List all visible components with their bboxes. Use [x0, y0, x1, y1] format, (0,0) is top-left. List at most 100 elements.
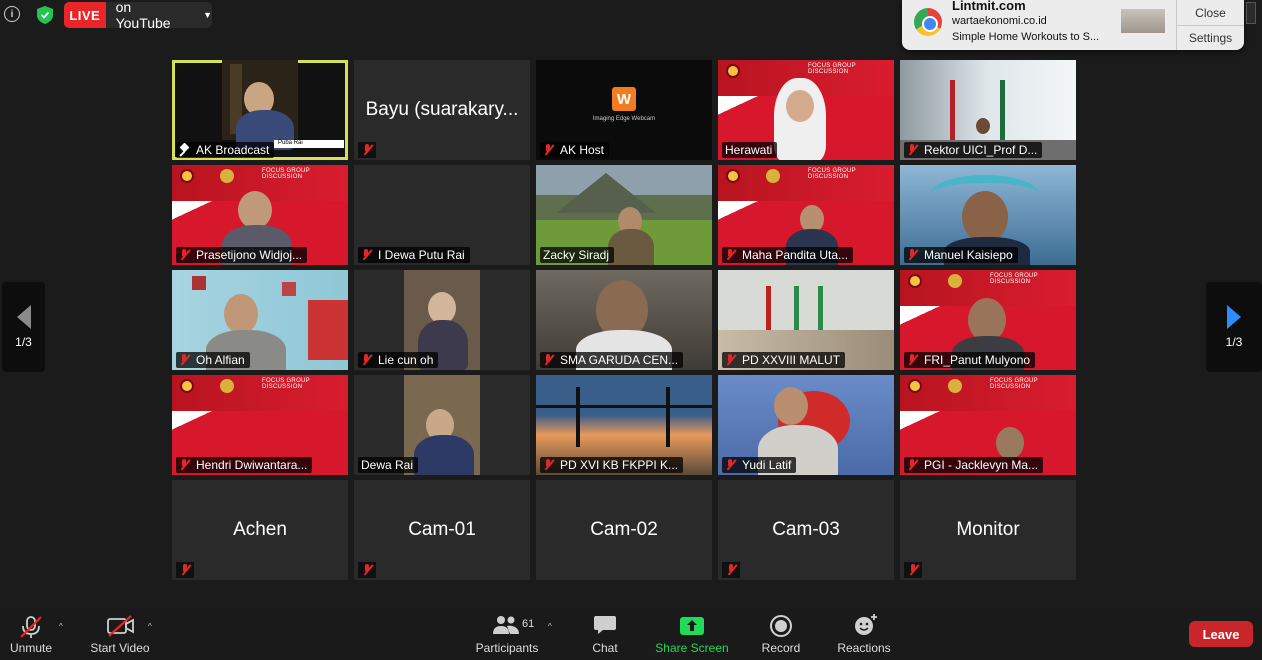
pin-icon [179, 144, 189, 156]
mic-off-icon [543, 354, 553, 366]
participant-name: PGI - Jacklevyn Ma... [904, 457, 1044, 473]
chat-button[interactable]: Chat [585, 608, 625, 660]
notification-close-button[interactable]: Close [1177, 0, 1244, 25]
video-off-icon [107, 615, 134, 637]
live-stream-dropdown[interactable]: LIVE on YouTube ▼ [64, 0, 212, 31]
participant-name: Rektor UICI_Prof D... [904, 142, 1043, 158]
mic-off-icon [179, 459, 189, 471]
participant-tile[interactable]: FOCUS GROUP DISCUSSION Hendri Dwiwantara… [172, 375, 348, 475]
participant-name: Lie cun oh [358, 352, 439, 368]
participant-tile[interactable]: Zacky Siradj [536, 165, 712, 265]
page-indicator-left: 1/3 [15, 335, 32, 349]
participant-tile[interactable]: Puba Rai AK Broadcast [172, 60, 348, 160]
participant-tile[interactable]: Manuel Kaisiepo [900, 165, 1076, 265]
mic-off-icon [180, 564, 190, 576]
mic-off-icon [179, 249, 189, 261]
view-toggle[interactable] [1246, 2, 1256, 24]
webcam-label: Imaging Edge Webcam [592, 116, 656, 122]
chevron-down-icon: ▼ [203, 10, 212, 20]
participant-tile[interactable]: Monitor [900, 480, 1076, 580]
participant-tile[interactable]: Dewa Rai [354, 375, 530, 475]
participants-options-chevron-icon[interactable]: ^ [548, 622, 552, 631]
participant-name: Cam-03 [772, 519, 840, 540]
mic-off-icon [907, 459, 917, 471]
page-indicator-right: 1/3 [1225, 335, 1243, 349]
participant-name: Zacky Siradj [540, 247, 615, 263]
participant-name: Monitor [956, 519, 1020, 540]
notification-title: Lintmit.com [952, 0, 1026, 13]
participant-tile[interactable]: W Imaging Edge Webcam AK Host [536, 60, 712, 160]
webcam-logo: W [612, 87, 636, 111]
participant-name: Achen [233, 519, 287, 540]
mic-off-icon [362, 564, 372, 576]
mic-off-icon [725, 354, 735, 366]
participant-tile[interactable]: PD XXVIII MALUT [718, 270, 894, 370]
shield-icon[interactable] [37, 6, 53, 24]
participant-tile[interactable]: Achen [172, 480, 348, 580]
participant-tile[interactable]: FOCUS GROUP DISCUSSION Herawati [718, 60, 894, 160]
live-destination: on YouTube [115, 0, 171, 31]
mic-off-icon [361, 354, 371, 366]
mic-off-icon [543, 459, 553, 471]
mic-muted-icon [20, 616, 42, 638]
audio-options-chevron-icon[interactable]: ^ [59, 622, 63, 631]
participant-tile[interactable]: Cam-02 [536, 480, 712, 580]
previous-page-button[interactable]: 1/3 [2, 282, 45, 372]
participant-tile[interactable]: Rektor UICI_Prof D... [900, 60, 1076, 160]
mic-off-icon [907, 249, 917, 261]
participant-name: PD XXVIII MALUT [722, 352, 846, 368]
participants-button[interactable]: 61 Participants [470, 608, 544, 660]
participant-name: Manuel Kaisiepo [904, 247, 1018, 263]
participant-tile[interactable]: Lie cun oh [354, 270, 530, 370]
participant-tile[interactable]: FOCUS GROUP DISCUSSION PGI - Jacklevyn M… [900, 375, 1076, 475]
participant-tile[interactable]: FOCUS GROUP DISCUSSION Prasetijono Widjo… [172, 165, 348, 265]
participant-name: Prasetijono Widjoj... [176, 247, 308, 263]
mic-off-icon [907, 144, 917, 156]
participant-name: Cam-02 [590, 519, 658, 540]
gallery-view: Puba Rai AK Broadcast Bayu (suarakary...… [172, 60, 1078, 580]
reactions-button[interactable]: Reactions [832, 608, 896, 660]
participant-tile[interactable]: Bayu (suarakary... [354, 60, 530, 160]
share-screen-button[interactable]: Share Screen [650, 608, 734, 660]
record-button[interactable]: Record [756, 608, 806, 660]
mic-off-icon [725, 459, 735, 471]
participant-name: Hendri Dwiwantara... [176, 457, 313, 473]
mic-off-icon [908, 564, 918, 576]
participants-count: 61 [522, 618, 535, 630]
leave-button[interactable]: Leave [1189, 621, 1253, 647]
chrome-icon [914, 8, 942, 36]
participant-name: Herawati [722, 142, 778, 158]
share-screen-label: Share Screen [655, 641, 729, 655]
participants-label: Participants [475, 641, 539, 655]
participant-tile[interactable]: Cam-01 [354, 480, 530, 580]
notification-actions: Close Settings [1176, 0, 1244, 50]
participant-name: I Dewa Putu Rai [358, 247, 470, 263]
live-badge: LIVE [64, 2, 106, 28]
chat-label: Chat [592, 641, 618, 655]
next-page-button[interactable]: 1/3 [1206, 282, 1262, 372]
participant-tile[interactable]: PD XVI KB FKPPI K... [536, 375, 712, 475]
participants-icon [493, 616, 519, 634]
zoom-meeting-window: i LIVE on YouTube ▼ Lintmit.com wartaeko… [0, 0, 1262, 660]
notification-settings-button[interactable]: Settings [1177, 25, 1244, 50]
video-options-chevron-icon[interactable]: ^ [148, 622, 152, 631]
record-icon [770, 615, 792, 637]
reactions-icon [855, 614, 877, 635]
participant-tile[interactable]: I Dewa Putu Rai [354, 165, 530, 265]
participant-tile[interactable]: Cam-03 [718, 480, 894, 580]
start-video-label: Start Video [90, 641, 150, 655]
info-icon[interactable]: i [4, 6, 20, 22]
unmute-button[interactable]: Unmute [8, 608, 54, 660]
participant-name: Yudi Latif [722, 457, 797, 473]
record-label: Record [761, 641, 801, 655]
chrome-notification[interactable]: Lintmit.com wartaekonomi.co.id Simple Ho… [902, 0, 1244, 50]
participant-tile[interactable]: Oh Alfian [172, 270, 348, 370]
participant-name: AK Broadcast [176, 142, 275, 158]
mic-off-icon [907, 354, 917, 366]
mic-off-icon [361, 249, 371, 261]
start-video-button[interactable]: Start Video [86, 608, 154, 660]
participant-tile[interactable]: FOCUS GROUP DISCUSSION Maha Pandita Uta.… [718, 165, 894, 265]
participant-tile[interactable]: Yudi Latif [718, 375, 894, 475]
participant-tile[interactable]: FOCUS GROUP DISCUSSION FRI_Panut Mulyono [900, 270, 1076, 370]
participant-tile[interactable]: SMA GARUDA CEN... [536, 270, 712, 370]
